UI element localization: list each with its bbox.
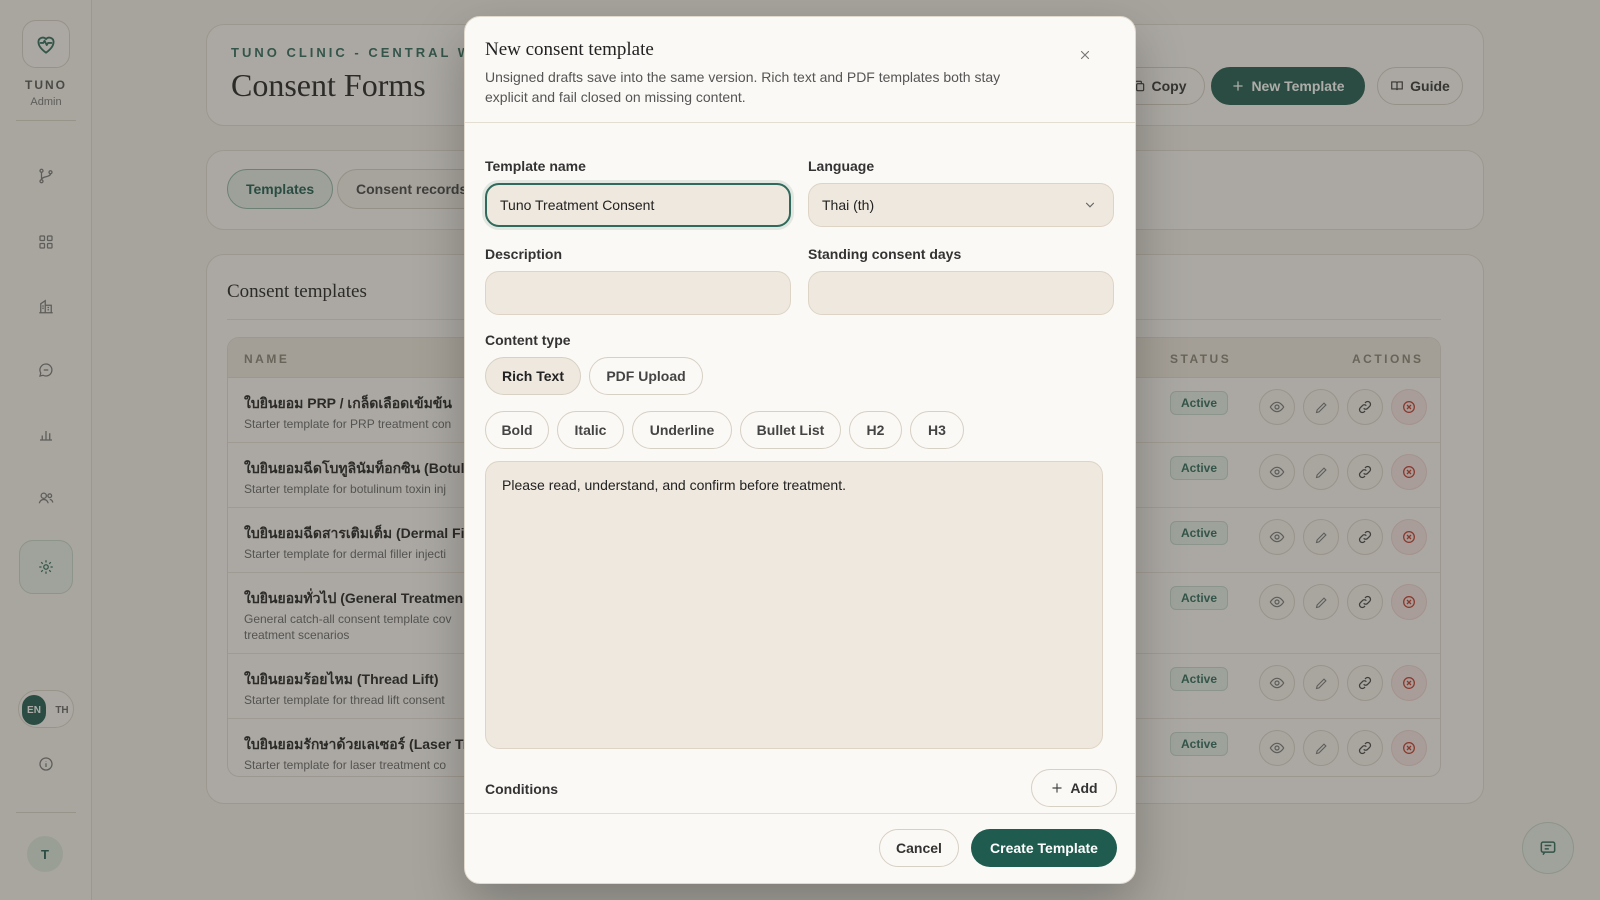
language-value: Thai (th) [822,197,875,213]
content-type-rich-text[interactable]: Rich Text [485,357,581,395]
content-type-pdf-upload[interactable]: PDF Upload [589,357,703,395]
add-label: Add [1070,780,1098,796]
dialog-subtitle: Unsigned drafts save into the same versi… [485,69,1001,105]
divider [465,813,1135,814]
toolbar-bold-button[interactable]: Bold [485,411,549,449]
template-name-label: Template name [485,158,586,174]
toolbar-bullet-list-button[interactable]: Bullet List [740,411,841,449]
new-template-dialog: New consent template Unsigned drafts sav… [464,16,1136,884]
description-label: Description [485,246,563,262]
toolbar-italic-button[interactable]: Italic [557,411,624,449]
divider [465,122,1135,123]
standing-days-input[interactable] [808,271,1114,315]
toolbar-h2-button[interactable]: H2 [849,411,902,449]
chevron-down-icon [1085,202,1095,208]
create-template-button[interactable]: Create Template [971,829,1117,867]
standing-days-label: Standing consent days [808,246,962,262]
language-label: Language [808,158,875,174]
plus-icon [1052,783,1063,793]
content-type-label: Content type [485,332,571,348]
rich-text-editor[interactable]: Please read, understand, and confirm bef… [485,461,1103,749]
template-name-input[interactable]: Tuno Treatment Consent [485,183,791,227]
toolbar-underline-button[interactable]: Underline [632,411,732,449]
dialog-title: New consent template [485,39,654,60]
cancel-button[interactable]: Cancel [879,829,959,867]
close-button[interactable] [1073,43,1097,67]
description-input[interactable] [485,271,791,315]
conditions-label: Conditions [485,781,559,797]
add-condition-button[interactable]: Add [1031,769,1117,807]
toolbar-h3-button[interactable]: H3 [910,411,964,449]
close-icon [1080,50,1090,60]
language-select[interactable]: Thai (th) [808,183,1114,227]
